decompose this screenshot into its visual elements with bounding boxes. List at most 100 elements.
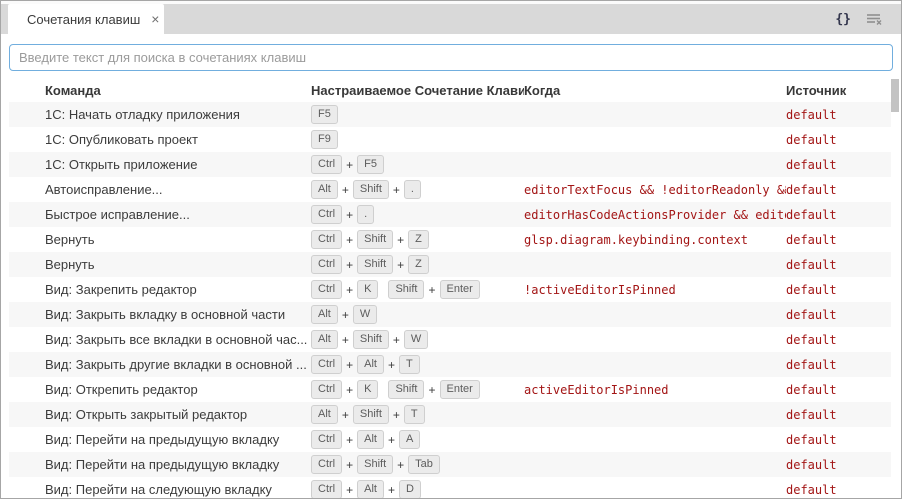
shortcut-row[interactable]: Вид: Перейти на предыдущую вкладку Ctrl+… <box>9 452 891 477</box>
key-badge: Enter <box>440 380 480 399</box>
source-label: default <box>786 433 891 447</box>
keybinding-cell: F9 <box>311 130 524 149</box>
column-header-command[interactable]: Команда <box>9 83 311 98</box>
key-badge: Shift <box>353 330 389 349</box>
close-tab-icon[interactable]: × <box>149 11 161 27</box>
shortcut-row[interactable]: Вернуть Ctrl+Shift+Z default <box>9 252 891 277</box>
plus-separator: + <box>397 233 404 247</box>
keybinding-cell: Ctrl+Alt+T <box>311 355 524 374</box>
key-chord-group: Alt+Shift+T <box>311 405 425 424</box>
key-badge: K <box>357 280 378 299</box>
command-label: Вид: Открепить редактор <box>9 382 311 397</box>
command-label: Вернуть <box>9 232 311 247</box>
column-header-source[interactable]: Источник <box>786 83 891 98</box>
shortcut-row[interactable]: Вид: Закрепить редактор Ctrl+KShift+Ente… <box>9 277 891 302</box>
shortcut-row[interactable]: Вид: Закрыть другие вкладки в основной .… <box>9 352 891 377</box>
plus-separator: + <box>346 208 353 222</box>
key-badge: . <box>404 180 421 199</box>
key-badge: W <box>404 330 428 349</box>
plus-separator: + <box>346 233 353 247</box>
shortcut-row[interactable]: 1С: Открыть приложение Ctrl+F5 default <box>9 152 891 177</box>
key-badge: Ctrl <box>311 255 342 274</box>
command-label: Вид: Перейти на предыдущую вкладку <box>9 432 311 447</box>
plus-separator: + <box>346 283 353 297</box>
command-label: Вид: Закрепить редактор <box>9 282 311 297</box>
shortcut-row[interactable]: Быстрое исправление... Ctrl+. editorHasC… <box>9 202 891 227</box>
key-chord-group: Ctrl+Alt+T <box>311 355 420 374</box>
key-badge: F5 <box>357 155 384 174</box>
key-chord-group: Alt + W <box>311 305 377 324</box>
source-label: default <box>786 258 891 272</box>
command-label: 1С: Опубликовать проект <box>9 132 311 147</box>
source-label: default <box>786 483 891 497</box>
source-label: default <box>786 333 891 347</box>
command-label: Вернуть <box>9 257 311 272</box>
key-badge: Shift <box>357 255 393 274</box>
vertical-scrollbar-thumb[interactable] <box>891 79 899 112</box>
column-header-keybinding[interactable]: Настраиваемое Сочетание Клавиш <box>311 83 524 98</box>
search-input[interactable] <box>9 44 893 71</box>
tab-keyboard-shortcuts[interactable]: Сочетания клавиш × <box>8 4 164 34</box>
plus-separator: + <box>428 383 435 397</box>
keybinding-cell: Ctrl+KShift+Enter <box>311 280 524 299</box>
shortcut-row[interactable]: 1С: Начать отладку приложения F5 default <box>9 102 891 127</box>
plus-separator: + <box>342 308 349 322</box>
clear-sort-icon[interactable] <box>866 11 883 27</box>
key-badge: . <box>357 205 374 224</box>
key-badge: Ctrl <box>311 455 342 474</box>
key-chord-group: Ctrl+Alt+A <box>311 430 420 449</box>
plus-separator: + <box>393 333 400 347</box>
command-label: Вид: Закрыть все вкладки в основной час.… <box>9 332 311 347</box>
keybinding-cell: Alt + W <box>311 305 524 324</box>
keybinding-cell: Ctrl+F5 <box>311 155 524 174</box>
key-badge: Ctrl <box>311 480 342 499</box>
open-keybindings-json-button[interactable]: {} <box>835 12 851 27</box>
plus-separator: + <box>388 483 395 497</box>
shortcut-row[interactable]: Вид: Открыть закрытый редактор Alt+Shift… <box>9 402 891 427</box>
key-badge: Z <box>408 255 429 274</box>
key-badge: Alt <box>311 305 338 324</box>
shortcut-row[interactable]: Вид: Перейти на следующую вкладку Ctrl+A… <box>9 477 891 499</box>
key-badge: Ctrl <box>311 430 342 449</box>
shortcuts-table: Команда Настраиваемое Сочетание Клавиш К… <box>9 79 891 499</box>
key-badge: W <box>353 305 377 324</box>
plus-separator: + <box>397 258 404 272</box>
column-header-when[interactable]: Когда <box>524 83 786 98</box>
plus-separator: + <box>428 283 435 297</box>
key-chord-group: Ctrl+. <box>311 205 374 224</box>
key-badge: Enter <box>440 280 480 299</box>
plus-separator: + <box>346 458 353 472</box>
plus-separator: + <box>342 183 349 197</box>
when-clause: glsp.diagram.keybinding.context <box>524 233 786 247</box>
shortcut-row[interactable]: Автоисправление... Alt+Shift+. editorTex… <box>9 177 891 202</box>
key-badge: F9 <box>311 130 338 149</box>
plus-separator: + <box>393 408 400 422</box>
key-chord-group: Ctrl+Alt+D <box>311 480 421 499</box>
shortcut-row[interactable]: Вернуть Ctrl+Shift+Z glsp.diagram.keybin… <box>9 227 891 252</box>
source-label: default <box>786 208 891 222</box>
shortcut-row[interactable]: Вид: Открепить редактор Ctrl+KShift+Ente… <box>9 377 891 402</box>
key-chord-group: Ctrl+Shift+Tab <box>311 455 440 474</box>
source-label: default <box>786 383 891 397</box>
search-area <box>1 34 901 79</box>
source-label: default <box>786 183 891 197</box>
shortcut-row[interactable]: Вид: Закрыть все вкладки в основной час.… <box>9 327 891 352</box>
key-badge: K <box>357 380 378 399</box>
key-badge: Alt <box>311 405 338 424</box>
keybinding-cell: Ctrl+. <box>311 205 524 224</box>
command-label: 1С: Открыть приложение <box>9 157 311 172</box>
shortcut-row[interactable]: Вид: Перейти на предыдущую вкладку Ctrl+… <box>9 427 891 452</box>
keybinding-cell: Alt+Shift+. <box>311 180 524 199</box>
plus-separator: + <box>346 383 353 397</box>
tab-bar: Сочетания клавиш × {} <box>1 1 901 34</box>
key-chord-group: F9 <box>311 130 338 149</box>
source-label: default <box>786 158 891 172</box>
keybinding-cell: Ctrl+Alt+A <box>311 430 524 449</box>
when-clause: editorHasCodeActionsProvider && editorTe… <box>524 208 786 222</box>
shortcut-row[interactable]: 1С: Опубликовать проект F9 default <box>9 127 891 152</box>
shortcut-row[interactable]: Вид: Закрыть вкладку в основной части Al… <box>9 302 891 327</box>
key-chord-group: Shift+Enter <box>388 380 479 399</box>
source-label: default <box>786 133 891 147</box>
source-label: default <box>786 283 891 297</box>
key-chord-group: Ctrl+Shift+Z <box>311 230 429 249</box>
